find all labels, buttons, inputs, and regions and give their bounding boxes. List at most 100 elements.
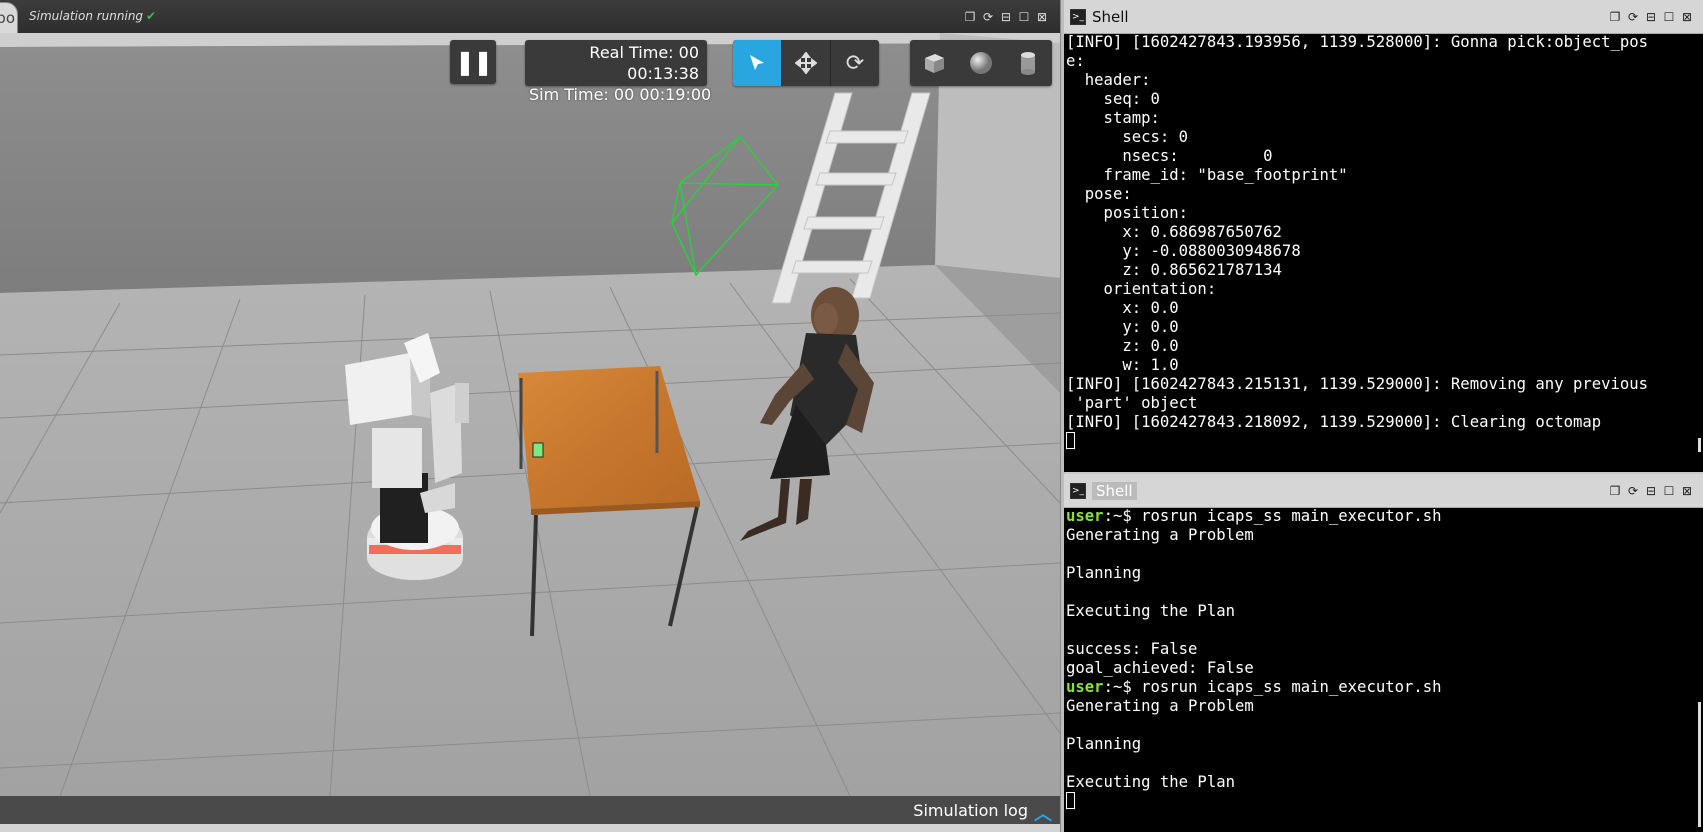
prompt-command: rosrun icaps_ss main_executor.sh — [1131, 507, 1442, 525]
terminal-icon: >_ — [1070, 9, 1086, 25]
cylinder-icon[interactable] — [1015, 50, 1041, 76]
terminal-output-bottom[interactable]: user:~$ rosrun icaps_ss main_executor.sh… — [1064, 507, 1703, 832]
terminal-line: x: 0.686987650762 — [1066, 223, 1282, 241]
translate-tool-button[interactable] — [782, 40, 831, 86]
real-time-label: Real Time: 00 — [589, 43, 699, 62]
terminal-icon: >_ — [1070, 483, 1086, 499]
minimize-icon[interactable]: ⊟ — [998, 9, 1014, 25]
box-icon[interactable] — [921, 50, 947, 76]
terminal-line: [INFO] [1602427843.193956, 1139.528000]:… — [1066, 33, 1649, 51]
scrollbar-top[interactable] — [1698, 438, 1701, 452]
scrollbar-bottom[interactable] — [1698, 702, 1701, 827]
close-icon[interactable]: ⊠ — [1679, 483, 1695, 499]
shell-window-bottom: >_ Shell ❐ ⟳ ⊟ ☐ ⊠ user:~$ rosrun icaps_… — [1064, 474, 1703, 832]
minimize-icon[interactable]: ⊟ — [1643, 483, 1659, 499]
maximize-icon[interactable]: ☐ — [1661, 9, 1677, 25]
select-tool-button[interactable] — [733, 40, 782, 86]
terminal-line: orientation: — [1066, 280, 1217, 298]
chevron-up-icon[interactable]: ︿ — [1034, 800, 1052, 826]
shell-window-top: >_ Shell ❐ ⟳ ⊟ ☐ ⊠ [INFO] [1602427843.19… — [1064, 0, 1703, 472]
terminal-line: 'part' object — [1066, 394, 1198, 412]
shell-title-top: Shell — [1092, 8, 1129, 26]
terminal-line: Generating a Problem — [1066, 526, 1254, 544]
terminal-line: Planning — [1066, 735, 1142, 753]
terminal-line: z: 0.0 — [1066, 337, 1179, 355]
simulation-log-label: Simulation log — [913, 801, 1028, 820]
maximize-icon[interactable]: ☐ — [1661, 483, 1677, 499]
prompt-separator: :~$ — [1103, 507, 1132, 525]
rotate-icon: ⟳ — [845, 50, 865, 76]
prompt-command: rosrun icaps_ss main_executor.sh — [1131, 678, 1442, 696]
restore-icon[interactable]: ❐ — [1607, 483, 1623, 499]
terminal-line: stamp: — [1066, 109, 1160, 127]
check-icon: ✔ — [146, 9, 157, 23]
close-icon[interactable]: ⊠ — [1679, 9, 1695, 25]
pause-button[interactable]: ❚❚ — [450, 40, 496, 84]
terminal-line: Planning — [1066, 564, 1142, 582]
terminal-line: Generating a Problem — [1066, 697, 1254, 715]
terminal-line: header: — [1066, 71, 1151, 89]
manipulation-toolbar: ⟳ — [733, 40, 879, 86]
terminal-cursor — [1066, 792, 1075, 809]
terminal-line: Executing the Plan — [1066, 773, 1235, 791]
terminal-line: y: -0.0880030948678 — [1066, 242, 1301, 260]
maximize-icon[interactable]: ☐ — [1016, 9, 1032, 25]
pointer-icon — [750, 55, 764, 70]
terminal-line — [1066, 792, 1703, 811]
simulator-titlebar: Simulation running ✔ ❐ ⟳ ⊟ ☐ ⊠ — [0, 0, 1060, 33]
simulator-window: Simulation running ✔ ❐ ⟳ ⊟ ☐ ⊠ bo ❚❚ Rea… — [0, 0, 1060, 832]
pause-icon: ❚❚ — [454, 48, 493, 76]
sphere-icon[interactable] — [968, 50, 994, 76]
terminal-line: e: — [1066, 52, 1085, 70]
prompt-separator: :~$ — [1103, 678, 1132, 696]
sim-time-display: Sim Time: 00 00:19:00 — [529, 85, 712, 104]
shell-window-buttons-top: ❐ ⟳ ⊟ ☐ ⊠ — [1607, 9, 1695, 25]
restore-icon[interactable]: ❐ — [962, 9, 978, 25]
simulator-window-buttons: ❐ ⟳ ⊟ ☐ ⊠ — [962, 9, 1050, 25]
simulation-status: Simulation running ✔ — [29, 9, 157, 23]
real-time-display: Real Time: 00 00:13:38 — [525, 40, 707, 86]
terminal-line: [INFO] [1602427843.218092, 1139.529000]:… — [1066, 413, 1602, 431]
terminal-line: secs: 0 — [1066, 128, 1189, 146]
real-time-value: 00:13:38 — [627, 64, 699, 83]
terminal-line: pose: — [1066, 185, 1132, 203]
terminal-line: x: 0.0 — [1066, 299, 1179, 317]
shell-titlebar-top: >_ Shell ❐ ⟳ ⊟ ☐ ⊠ — [1064, 0, 1703, 34]
prompt-user: user — [1066, 507, 1104, 525]
terminal-line: w: 1.0 — [1066, 356, 1179, 374]
terminal-line: Executing the Plan — [1066, 602, 1235, 620]
minimize-icon[interactable]: ⊟ — [1643, 9, 1659, 25]
close-icon[interactable]: ⊠ — [1034, 9, 1050, 25]
move-icon — [795, 52, 817, 74]
refresh-icon[interactable]: ⟳ — [980, 9, 996, 25]
terminal-line: y: 0.0 — [1066, 318, 1179, 336]
shell-titlebar-bottom: >_ Shell ❐ ⟳ ⊟ ☐ ⊠ — [1064, 474, 1703, 508]
rotate-tool-button[interactable]: ⟳ — [831, 40, 879, 86]
3d-scene-viewport[interactable] — [0, 33, 1060, 796]
target-object — [532, 442, 544, 458]
terminal-output-top[interactable]: [INFO] [1602427843.193956, 1139.528000]:… — [1064, 33, 1703, 472]
prompt-user: user — [1066, 678, 1104, 696]
shell-window-buttons-bottom: ❐ ⟳ ⊟ ☐ ⊠ — [1607, 483, 1695, 499]
terminal-line: [INFO] [1602427843.215131, 1139.529000]:… — [1066, 375, 1649, 393]
terminal-line: position: — [1066, 204, 1189, 222]
terminal-line: goal_achieved: False — [1066, 659, 1254, 677]
simulation-log-bar[interactable]: Simulation log ︿ — [0, 796, 1060, 826]
floor — [0, 265, 1060, 796]
refresh-icon[interactable]: ⟳ — [1625, 9, 1641, 25]
terminal-cursor — [1066, 432, 1075, 449]
bottom-strip — [0, 824, 1060, 832]
shell-title-bottom: Shell — [1092, 482, 1137, 500]
restore-icon[interactable]: ❐ — [1607, 9, 1623, 25]
shape-toolbar — [910, 40, 1052, 86]
prompt-line: user:~$ rosrun icaps_ss main_executor.sh — [1066, 678, 1703, 697]
terminal-line: success: False — [1066, 640, 1198, 658]
prompt-line: user:~$ rosrun icaps_ss main_executor.sh — [1066, 507, 1703, 526]
refresh-icon[interactable]: ⟳ — [1625, 483, 1641, 499]
terminal-line: frame_id: "base_footprint" — [1066, 166, 1348, 184]
